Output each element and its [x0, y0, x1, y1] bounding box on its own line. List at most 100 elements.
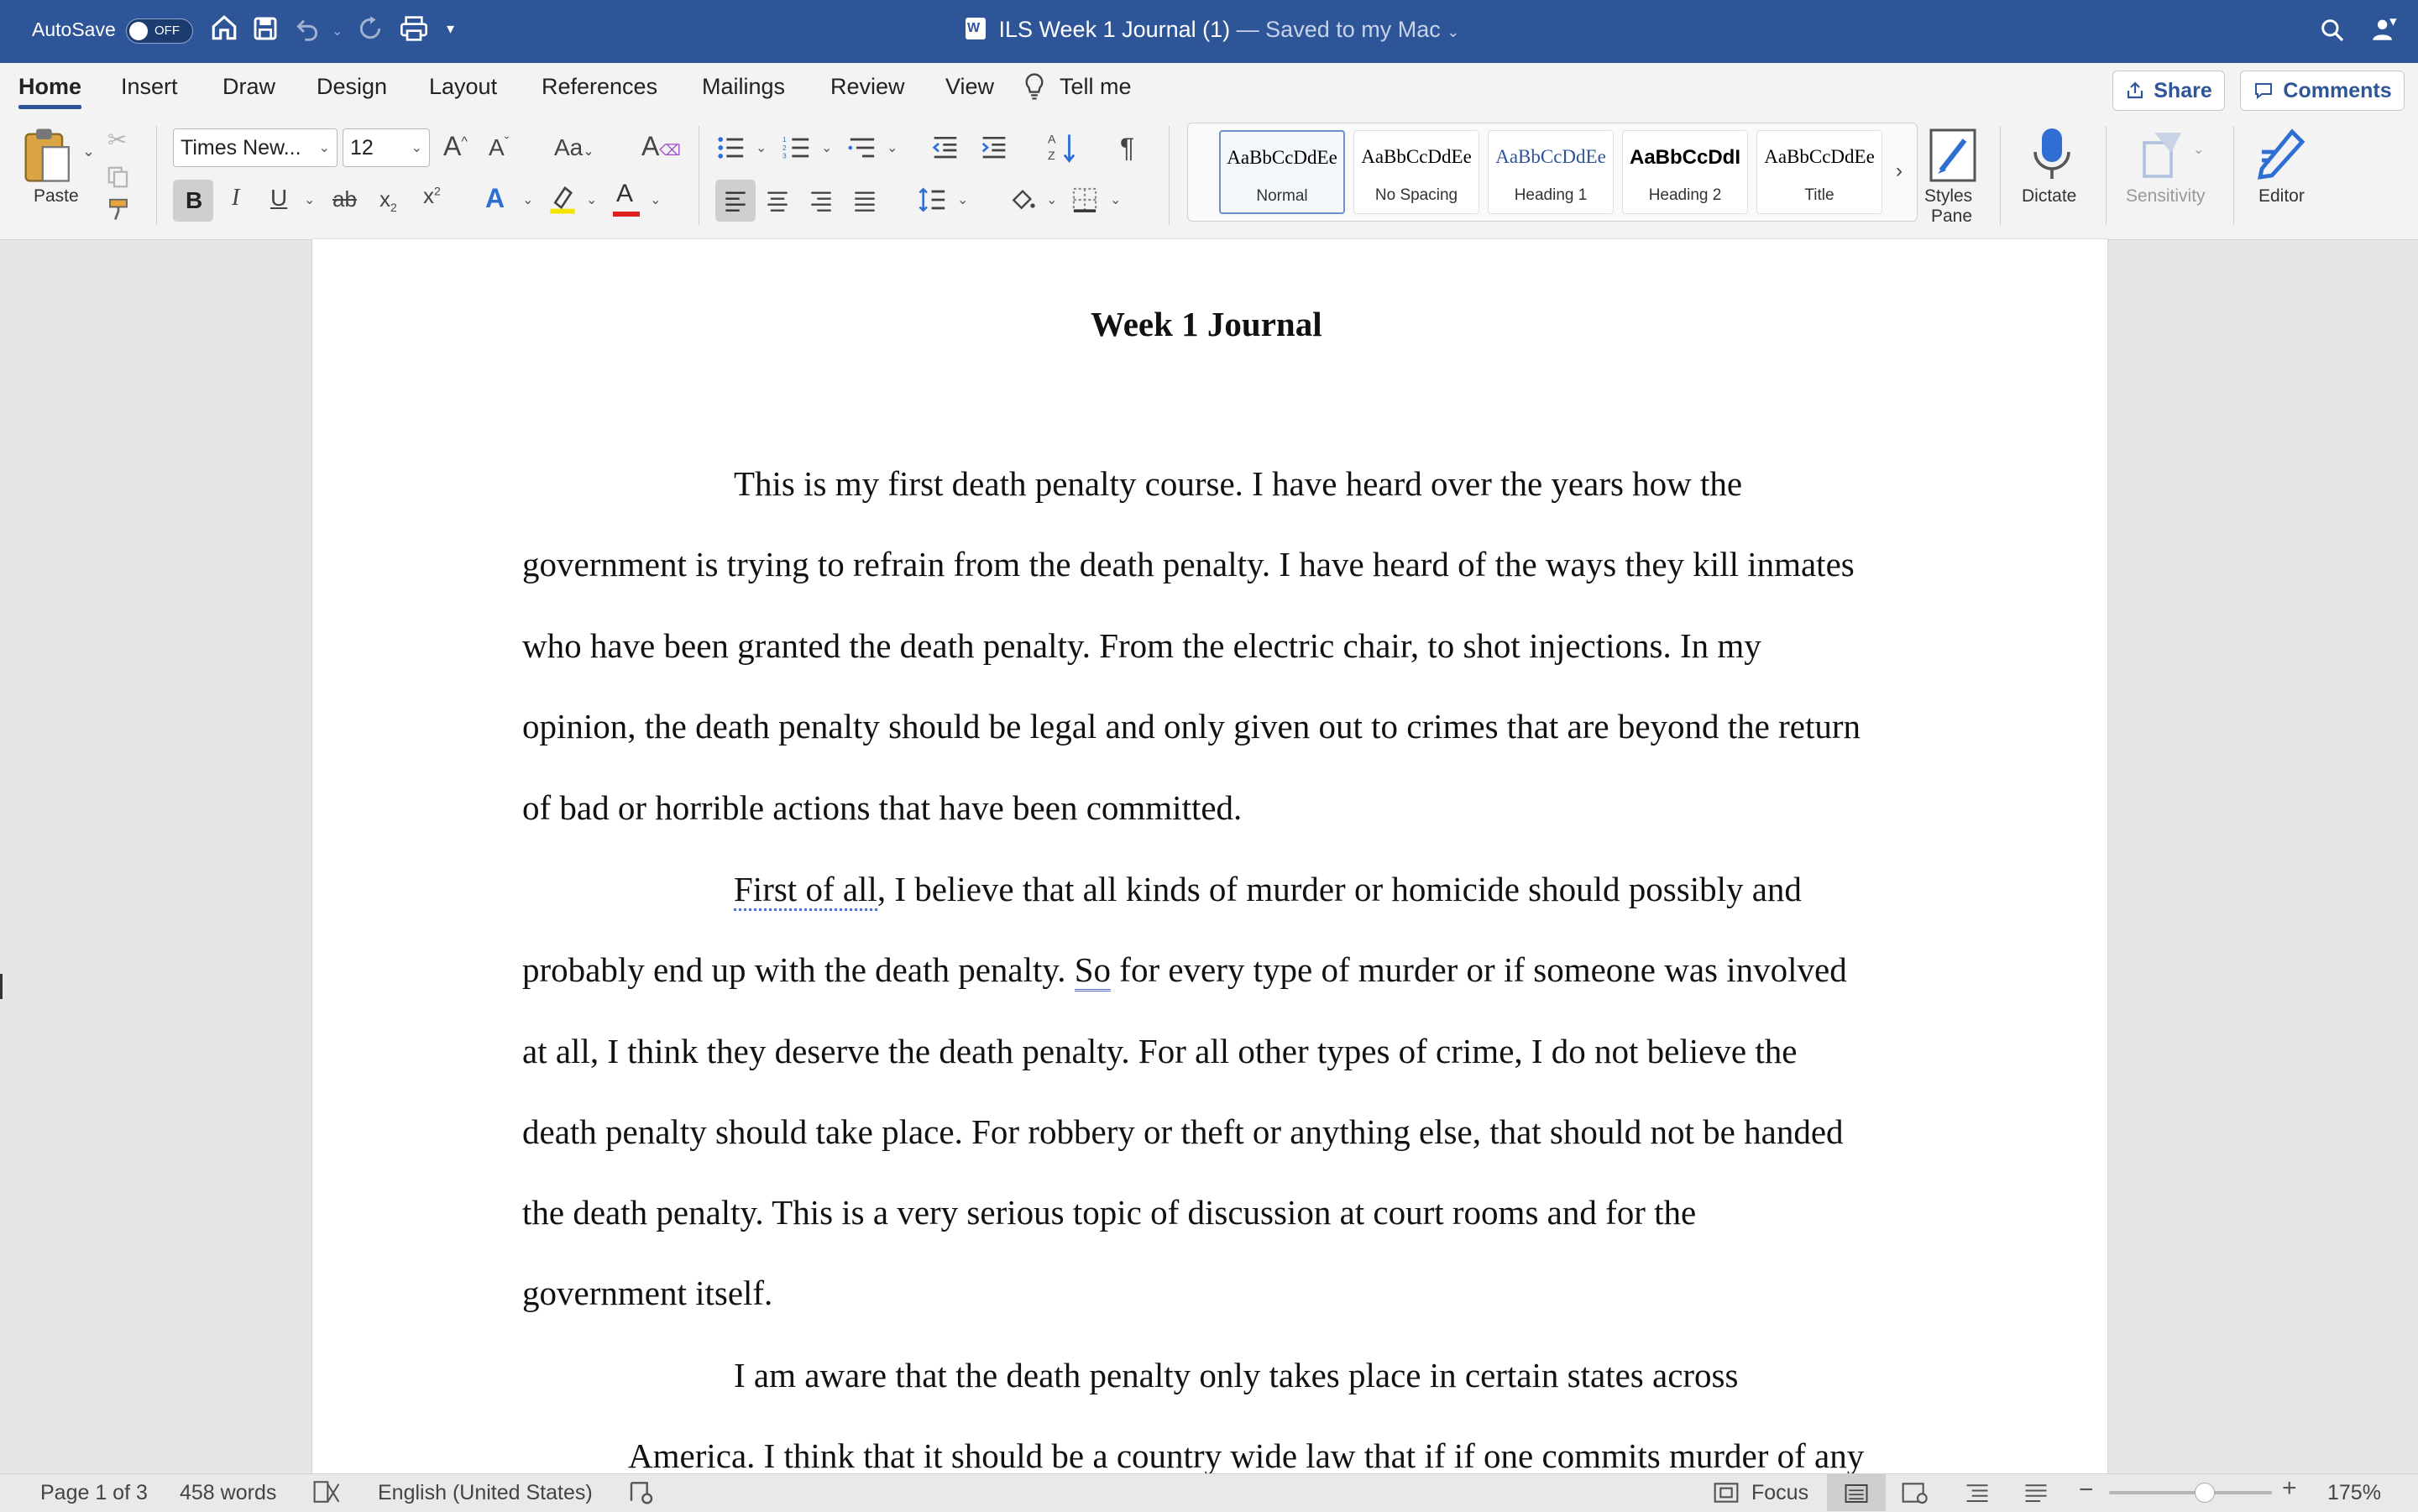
pilcrow-icon[interactable]: ¶ — [1120, 133, 1134, 164]
tab-view[interactable]: View — [945, 74, 994, 100]
zoom-level[interactable]: 175% — [2327, 1481, 2381, 1505]
tab-insert[interactable]: Insert — [121, 74, 178, 100]
saved-status[interactable]: — Saved to my Mac — [1237, 17, 1441, 42]
chevron-down-icon[interactable]: ⌄ — [1046, 191, 1057, 208]
chevron-down-icon[interactable]: ⌄ — [650, 191, 661, 208]
comments-button[interactable]: Comments — [2240, 71, 2405, 111]
language[interactable]: English (United States) — [378, 1481, 593, 1505]
print-icon[interactable] — [399, 15, 429, 49]
highlight-icon[interactable] — [547, 183, 578, 219]
sensitivity-button[interactable] — [2138, 126, 2196, 185]
dictate-button[interactable] — [2030, 124, 2077, 185]
style-normal[interactable]: AaBbCcDdEe Normal — [1219, 130, 1345, 214]
styles-pane-button[interactable] — [1928, 126, 1976, 186]
chevron-right-icon[interactable]: › — [1896, 160, 1902, 183]
tab-mailings[interactable]: Mailings — [702, 74, 785, 100]
shrink-font-icon[interactable]: Aˇ — [489, 134, 509, 161]
outline-view-icon[interactable] — [1965, 1481, 1990, 1509]
style-heading-1[interactable]: AaBbCcDdEe Heading 1 — [1488, 130, 1614, 214]
chevron-down-icon[interactable]: ⌄ — [2193, 141, 2204, 158]
focus-label[interactable]: Focus — [1751, 1481, 1808, 1505]
zoom-slider-thumb[interactable] — [2195, 1483, 2215, 1503]
decrease-indent-icon[interactable] — [932, 134, 959, 164]
doc-line-7[interactable]: probably end up with the death penalty. … — [522, 950, 1847, 991]
chevron-down-icon[interactable]: ⌄ — [756, 139, 767, 156]
word-count[interactable]: 458 words — [180, 1481, 276, 1505]
style-heading-2[interactable]: AaBbCcDdI Heading 2 — [1622, 130, 1748, 214]
sort-icon[interactable]: AZ — [1048, 131, 1076, 169]
chevron-down-icon[interactable]: ⌄ — [887, 139, 898, 156]
tab-design[interactable]: Design — [317, 74, 387, 100]
doc-line-9[interactable]: death penalty should take place. For rob… — [522, 1112, 1844, 1152]
editor-button[interactable] — [2255, 124, 2312, 185]
line-spacing-icon[interactable] — [919, 186, 947, 217]
draft-view-icon[interactable] — [2023, 1481, 2049, 1509]
style-title[interactable]: AaBbCcDdEe Title — [1756, 130, 1882, 214]
account-icon[interactable] — [2369, 15, 2398, 48]
grammar-flag[interactable]: First of all — [734, 870, 877, 911]
superscript-icon[interactable]: x2 — [423, 183, 441, 209]
chevron-down-icon[interactable]: ⌄ — [304, 191, 315, 208]
tab-home[interactable]: Home — [18, 74, 81, 100]
zoom-slider[interactable] — [2109, 1491, 2272, 1494]
redo-icon[interactable] — [357, 15, 384, 49]
tab-references[interactable]: References — [542, 74, 657, 100]
format-painter-icon[interactable] — [106, 196, 131, 226]
doc-line-12[interactable]: I am aware that the death penalty only t… — [734, 1355, 1738, 1395]
justify-icon[interactable] — [853, 190, 877, 216]
chevron-down-icon[interactable]: ⌄ — [957, 191, 968, 208]
customize-toolbar-icon[interactable]: ▾ — [447, 20, 454, 38]
proofing-icon[interactable] — [312, 1479, 341, 1509]
tab-draw[interactable]: Draw — [222, 74, 275, 100]
print-layout-view[interactable] — [1827, 1474, 1886, 1511]
bold-button[interactable]: B — [173, 180, 213, 222]
chevron-down-icon[interactable]: ⌄ — [522, 191, 533, 208]
tell-me-search[interactable]: Tell me — [1060, 74, 1132, 100]
accessibility-icon[interactable] — [628, 1479, 655, 1509]
cut-icon[interactable]: ✂ — [107, 126, 127, 154]
doc-line-4[interactable]: opinion, the death penalty should be leg… — [522, 706, 1861, 746]
doc-line-5[interactable]: of bad or horrible actions that have bee… — [522, 787, 1242, 828]
doc-line-10[interactable]: the death penalty. This is a very seriou… — [522, 1192, 1696, 1232]
focus-icon[interactable] — [1713, 1481, 1740, 1509]
doc-line-1[interactable]: This is my first death penalty course. I… — [734, 463, 1742, 504]
zoom-out-icon[interactable]: − — [2079, 1476, 2094, 1504]
doc-line-2[interactable]: government is trying to refrain from the… — [522, 544, 1855, 584]
numbering-icon[interactable]: 123 — [782, 134, 811, 165]
strikethrough-icon[interactable]: ab — [332, 186, 357, 212]
save-icon[interactable] — [252, 15, 279, 49]
font-size-select[interactable]: 12 ⌄ — [343, 128, 430, 167]
clear-formatting-icon[interactable]: A⌫ — [641, 131, 681, 162]
font-name-select[interactable]: Times New... ⌄ — [173, 128, 338, 167]
undo-icon[interactable] — [294, 15, 321, 49]
italic-icon[interactable]: I — [232, 185, 239, 212]
document-heading[interactable]: Week 1 Journal — [1091, 304, 1322, 344]
home-icon[interactable] — [210, 13, 238, 49]
doc-line-8[interactable]: at all, I think they deserve the death p… — [522, 1031, 1797, 1071]
align-right-icon[interactable] — [809, 190, 833, 216]
chevron-down-icon[interactable]: ⌄ — [82, 143, 95, 160]
change-case-icon[interactable]: Aa⌄ — [554, 134, 594, 161]
shading-icon[interactable] — [1009, 186, 1036, 216]
underline-icon[interactable]: U — [270, 185, 287, 212]
doc-line-11[interactable]: government itself. — [522, 1273, 772, 1313]
share-button[interactable]: Share — [2112, 71, 2225, 111]
chevron-down-icon[interactable]: ⌄ — [1110, 191, 1121, 208]
increase-indent-icon[interactable] — [981, 134, 1008, 164]
doc-line-6[interactable]: First of all, I believe that all kinds o… — [734, 869, 1802, 911]
borders-icon[interactable] — [1071, 186, 1098, 217]
text-effects-icon[interactable]: A — [485, 183, 505, 214]
grammar-flag[interactable]: So — [1074, 950, 1112, 991]
chevron-down-icon[interactable]: ⌄ — [1447, 24, 1459, 40]
search-icon[interactable] — [2319, 17, 2346, 48]
tab-layout[interactable]: Layout — [429, 74, 497, 100]
chevron-down-icon[interactable]: ⌄ — [586, 191, 597, 208]
copy-icon[interactable] — [106, 165, 131, 194]
subscript-icon[interactable]: x2 — [379, 186, 397, 214]
font-color-icon[interactable]: A — [611, 180, 641, 218]
chevron-down-icon[interactable]: ⌄ — [821, 139, 832, 156]
chevron-down-icon[interactable]: ⌄ — [332, 23, 343, 39]
align-center-icon[interactable] — [766, 190, 789, 216]
multilevel-list-icon[interactable] — [848, 134, 877, 165]
style-no-spacing[interactable]: AaBbCcDdEe No Spacing — [1353, 130, 1479, 214]
